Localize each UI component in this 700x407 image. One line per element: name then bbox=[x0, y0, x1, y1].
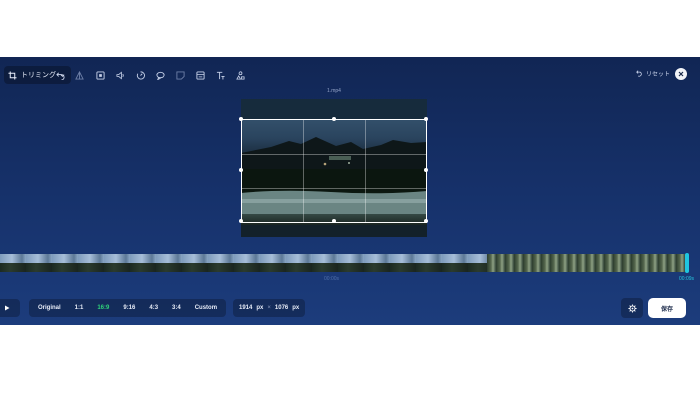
width-unit: px bbox=[256, 305, 264, 311]
play-icon bbox=[5, 305, 10, 311]
video-editor: トリミング リセット 1.mp4 00:00s 00:09s Original … bbox=[0, 57, 700, 325]
crop-handle-top-right[interactable] bbox=[424, 117, 428, 121]
settings-button[interactable] bbox=[621, 298, 643, 318]
crop-gridline bbox=[242, 187, 426, 189]
ratio-custom[interactable]: Custom bbox=[188, 299, 224, 317]
crop-handle-bottom-right[interactable] bbox=[424, 219, 428, 223]
loop-icon[interactable] bbox=[153, 68, 167, 82]
gear-icon bbox=[627, 303, 637, 313]
save-button[interactable]: 保存 bbox=[648, 298, 686, 318]
output-size: 1914 px × 1076 px bbox=[233, 299, 306, 317]
undo-icon[interactable] bbox=[53, 68, 67, 82]
shapes-icon[interactable] bbox=[233, 68, 247, 82]
filter-icon[interactable] bbox=[193, 68, 207, 82]
close-icon bbox=[678, 71, 684, 77]
sticker-icon[interactable] bbox=[173, 68, 187, 82]
aspect-ratio-selector: Original 1:1 16:9 9:16 4:3 3:4 Custom bbox=[29, 299, 227, 317]
crop-handle-right[interactable] bbox=[424, 168, 428, 172]
crop-icon bbox=[8, 70, 17, 80]
crop-gridline bbox=[242, 153, 426, 155]
timeline-playhead[interactable] bbox=[685, 253, 689, 273]
ratio-3-4[interactable]: 3:4 bbox=[165, 299, 188, 317]
speed-icon[interactable] bbox=[133, 68, 147, 82]
ratio-1-1[interactable]: 1:1 bbox=[68, 299, 91, 317]
timeline-filmstrip[interactable] bbox=[0, 254, 688, 272]
crop-mask-bottom bbox=[241, 225, 427, 237]
height-unit: px bbox=[292, 305, 300, 311]
file-name: 1.mp4 bbox=[327, 88, 341, 94]
timeline-end-time: 00:09s bbox=[679, 276, 695, 282]
crop-selection[interactable] bbox=[239, 117, 428, 223]
crop-handle-top[interactable] bbox=[332, 117, 336, 121]
reset-icon bbox=[636, 70, 642, 77]
crop-handle-left[interactable] bbox=[239, 168, 243, 172]
bottom-bar: Original 1:1 16:9 9:16 4:3 3:4 Custom 19… bbox=[0, 298, 700, 318]
crop-gridline bbox=[303, 120, 305, 222]
crop-mask-top bbox=[241, 99, 427, 119]
height-value[interactable]: 1076 bbox=[275, 305, 288, 311]
close-button[interactable] bbox=[675, 68, 687, 80]
reset-button[interactable]: リセット bbox=[636, 69, 670, 78]
frame-icon[interactable] bbox=[93, 68, 107, 82]
ratio-16-9[interactable]: 16:9 bbox=[90, 299, 116, 317]
crop-gridline bbox=[364, 120, 366, 222]
width-value[interactable]: 1914 bbox=[239, 305, 252, 311]
crop-handle-bottom-left[interactable] bbox=[239, 219, 243, 223]
play-button[interactable] bbox=[0, 299, 20, 317]
ratio-original[interactable]: Original bbox=[31, 299, 68, 317]
filmstrip-segment bbox=[487, 254, 688, 272]
triangle-icon[interactable] bbox=[72, 68, 86, 82]
timeline-start-time: 00:00s bbox=[324, 276, 340, 282]
ratio-9-16[interactable]: 9:16 bbox=[116, 299, 142, 317]
text-icon[interactable] bbox=[213, 68, 227, 82]
crop-handle-top-left[interactable] bbox=[239, 117, 243, 121]
trim-tool-label: トリミング bbox=[21, 72, 56, 79]
toolbar: トリミング リセット bbox=[0, 66, 700, 84]
reset-label: リセット bbox=[646, 72, 671, 78]
crop-handle-bottom[interactable] bbox=[332, 219, 336, 223]
ratio-4-3[interactable]: 4:3 bbox=[142, 299, 165, 317]
size-separator: × bbox=[267, 305, 271, 311]
volume-icon[interactable] bbox=[113, 68, 127, 82]
